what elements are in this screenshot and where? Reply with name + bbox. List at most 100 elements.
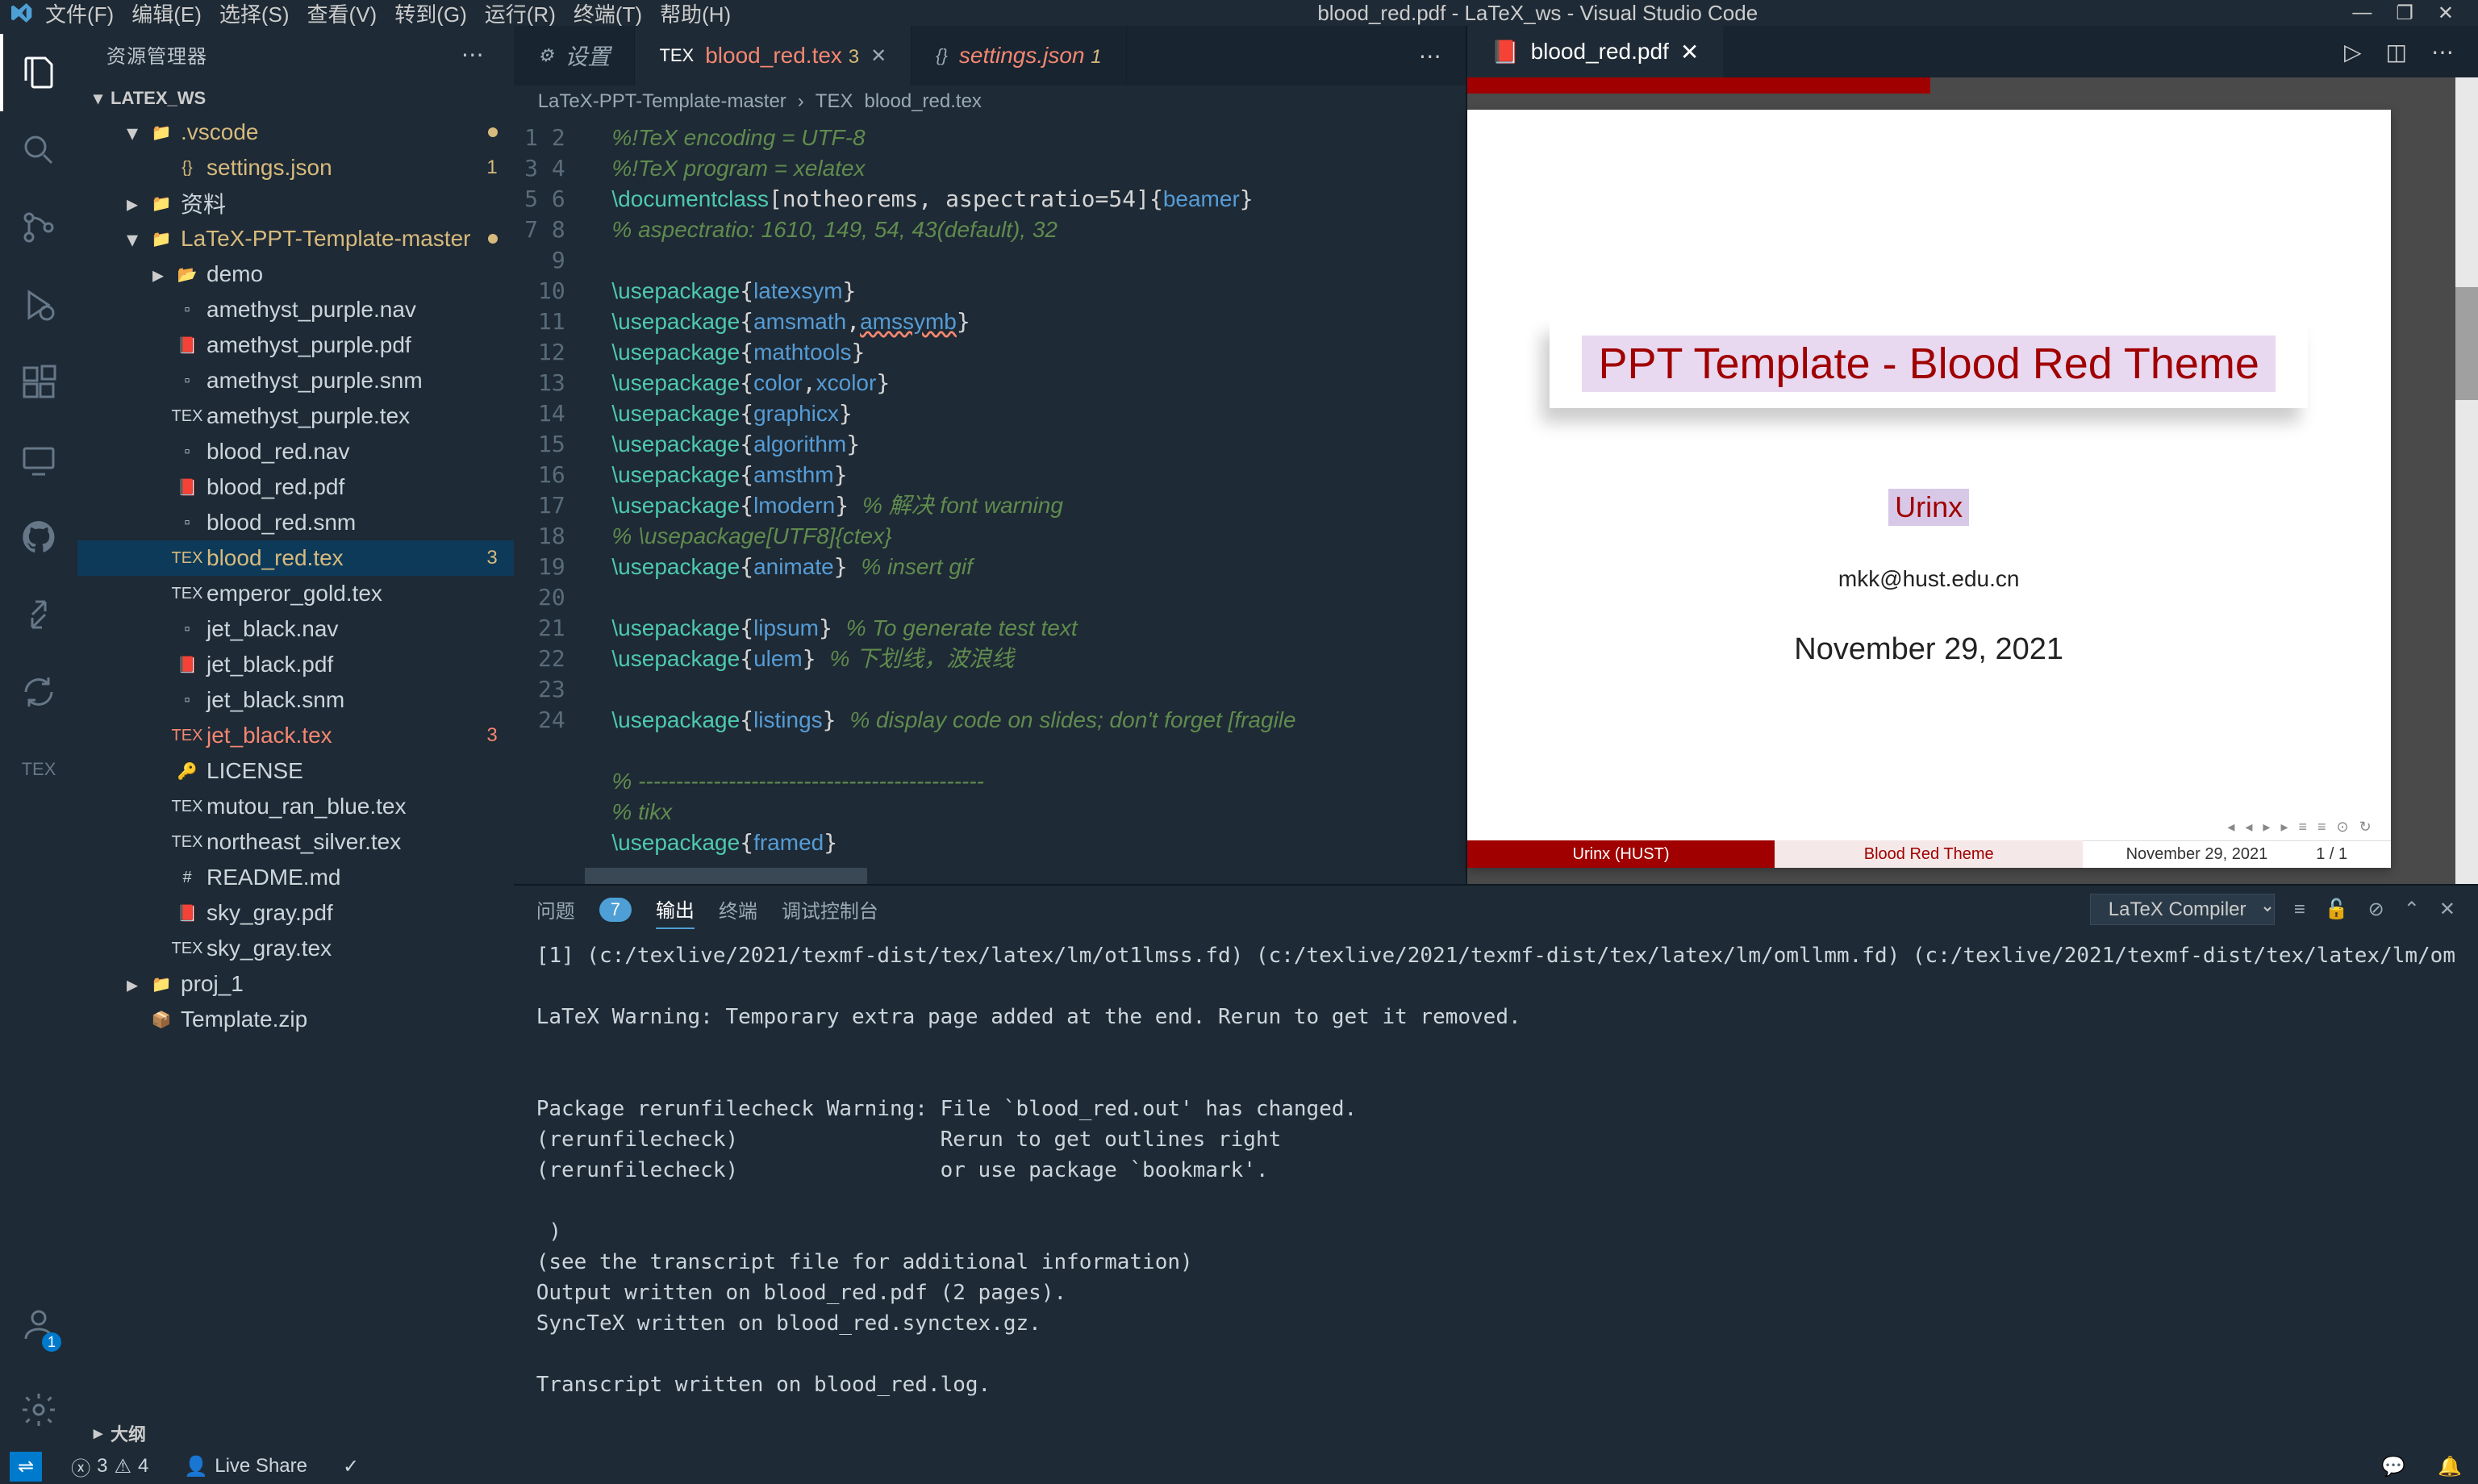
pdf-tab-label: blood_red.pdf bbox=[1531, 39, 1669, 65]
pdf-icon: 📕 bbox=[1491, 39, 1520, 65]
slide-date: November 29, 2021 bbox=[1794, 632, 2063, 667]
editor-area[interactable]: 1 2 3 4 5 6 7 8 9 10 11 12 13 14 15 16 1… bbox=[514, 118, 1466, 884]
slide-nav-icons: ◂ ◂ ▸ ▸ ≡ ≡ ⊙ ↻ bbox=[2227, 819, 2374, 836]
split-icon[interactable]: ◫ bbox=[2386, 39, 2407, 65]
remote-explorer-icon[interactable] bbox=[0, 421, 77, 498]
tree-item[interactable]: {}settings.json1 bbox=[77, 150, 514, 186]
status-check-icon[interactable]: ✓ bbox=[336, 1455, 365, 1478]
remote-indicator[interactable]: ⇌ bbox=[10, 1452, 42, 1482]
tree-item[interactable]: #README.md bbox=[77, 860, 514, 895]
panel-tab-problems[interactable]: 问题 bbox=[536, 890, 575, 928]
horizontal-scrollbar[interactable] bbox=[585, 868, 1149, 884]
panel-tab-terminal[interactable]: 终端 bbox=[719, 890, 757, 928]
status-errors[interactable]: ⓧ 3 ⚠ 4 bbox=[65, 1453, 155, 1481]
sidebar: 资源管理器 ⋯ ▾LATEX_WS ▾📁.vscode{}settings.js… bbox=[77, 26, 514, 1449]
panel-tab-debug[interactable]: 调试控制台 bbox=[782, 890, 878, 928]
footer-title: Blood Red Theme bbox=[1775, 840, 2083, 868]
tree-item[interactable]: 🔑LICENSE bbox=[77, 753, 514, 789]
tree-item[interactable]: TEXamethyst_purple.tex bbox=[77, 398, 514, 434]
explorer-icon[interactable] bbox=[0, 34, 77, 111]
close-panel-icon[interactable]: ✕ bbox=[2439, 898, 2455, 921]
account-icon[interactable]: 1 bbox=[0, 1286, 77, 1363]
pdf-preview-group: 📕 blood_red.pdf ✕ ▷ ◫ ⋯ PPT Template - B… bbox=[1467, 26, 2478, 884]
pdf-tab[interactable]: 📕 blood_red.pdf ✕ bbox=[1467, 26, 1724, 77]
liveshare-icon[interactable] bbox=[0, 576, 77, 653]
chevron-up-icon[interactable]: ⌃ bbox=[2404, 898, 2420, 921]
pdf-viewer[interactable]: PPT Template - Blood Red Theme Urinx mkk… bbox=[1467, 77, 2455, 884]
sidebar-title: 资源管理器 bbox=[106, 40, 207, 69]
maximize-icon[interactable]: ❐ bbox=[2396, 2, 2413, 25]
breadcrumb[interactable]: LaTeX-PPT-Template-master › TEX blood_re… bbox=[514, 85, 1466, 118]
footer-author: Urinx (HUST) bbox=[1467, 840, 1775, 868]
tree-item[interactable]: ▫jet_black.snm bbox=[77, 682, 514, 718]
tree-item[interactable]: 📦Template.zip bbox=[77, 1002, 514, 1037]
status-feedback-icon[interactable]: 💬 bbox=[2375, 1455, 2412, 1478]
slide-author: Urinx bbox=[1888, 489, 1969, 526]
pdf-tab-actions: ▷ ◫ ⋯ bbox=[2320, 26, 2478, 77]
run-icon[interactable]: ▷ bbox=[2344, 39, 2362, 65]
pdf-tabbar: 📕 blood_red.pdf ✕ ▷ ◫ ⋯ bbox=[1467, 26, 2478, 77]
tree-item[interactable]: TEXblood_red.tex3 bbox=[77, 540, 514, 576]
latex-icon[interactable]: TEX bbox=[0, 731, 77, 808]
settings-gear-icon[interactable] bbox=[0, 1371, 77, 1449]
tree-item[interactable]: ▸📂demo bbox=[77, 256, 514, 292]
tree-item[interactable]: ▫blood_red.nav bbox=[77, 434, 514, 469]
close-icon[interactable]: ✕ bbox=[1680, 39, 1699, 65]
tree-item[interactable]: ▫amethyst_purple.nav bbox=[77, 292, 514, 327]
more-icon[interactable]: ⋯ bbox=[1419, 43, 1441, 69]
pdf-vertical-scrollbar[interactable] bbox=[2455, 77, 2478, 884]
tree-item[interactable]: ▾📁.vscode bbox=[77, 115, 514, 150]
footer-page: 1 / 1 bbox=[2316, 845, 2347, 864]
output-channel-select[interactable]: LaTeX Compiler bbox=[2090, 894, 2275, 925]
tree-item[interactable]: ▫blood_red.snm bbox=[77, 505, 514, 540]
tree-item[interactable]: TEXemperor_gold.tex bbox=[77, 576, 514, 611]
line-gutter: 1 2 3 4 5 6 7 8 9 10 11 12 13 14 15 16 1… bbox=[514, 118, 585, 884]
tree-item[interactable]: TEXmutou_ran_blue.tex bbox=[77, 789, 514, 824]
tree-item[interactable]: ▫amethyst_purple.snm bbox=[77, 363, 514, 398]
editor-tab[interactable]: ⚙设置 bbox=[514, 26, 636, 85]
close-icon[interactable]: ✕ bbox=[2438, 2, 2454, 25]
filter-icon[interactable]: ≡ bbox=[2294, 898, 2305, 921]
tree-item[interactable]: TEXnortheast_silver.tex bbox=[77, 824, 514, 860]
chevron-right-icon: › bbox=[798, 90, 804, 113]
tree-item[interactable]: TEXjet_black.tex3 bbox=[77, 718, 514, 753]
source-control-icon[interactable] bbox=[0, 189, 77, 266]
tree-item[interactable]: ▸📁资料 bbox=[77, 186, 514, 221]
tree-item[interactable]: ▾📁LaTeX-PPT-Template-master bbox=[77, 221, 514, 256]
footer-date: November 29, 2021 bbox=[2126, 845, 2268, 864]
minimap[interactable] bbox=[1448, 118, 1466, 884]
status-bell-icon[interactable]: 🔔 bbox=[2431, 1455, 2468, 1478]
tree-item[interactable]: TEXsky_gray.tex bbox=[77, 931, 514, 966]
minimize-icon[interactable]: — bbox=[2352, 2, 2372, 25]
outline-header[interactable]: ▸大纲 bbox=[77, 1416, 514, 1449]
clear-icon[interactable]: ⊘ bbox=[2368, 898, 2384, 921]
tree-item[interactable]: ▫jet_black.nav bbox=[77, 611, 514, 647]
sidebar-workspace-header[interactable]: ▾LATEX_WS bbox=[77, 82, 514, 115]
output-content[interactable]: [1] (c:/texlive/2021/texmf-dist/tex/late… bbox=[514, 934, 2478, 1449]
editor-tab[interactable]: TEXblood_red.tex 3✕ bbox=[635, 26, 912, 85]
extensions-icon[interactable] bbox=[0, 344, 77, 421]
tree-item[interactable]: ▸📁proj_1 bbox=[77, 966, 514, 1002]
bottom-panel: 问题 7 输出 终端 调试控制台 LaTeX Compiler ≡ 🔓 ⊘ ⌃ … bbox=[514, 884, 2478, 1449]
panel-tab-output[interactable]: 输出 bbox=[656, 890, 695, 929]
sidebar-header: 资源管理器 ⋯ bbox=[77, 26, 514, 82]
more-icon[interactable]: ⋯ bbox=[2431, 39, 2454, 65]
sidebar-more-icon[interactable]: ⋯ bbox=[461, 41, 485, 68]
tree-item[interactable]: 📕blood_red.pdf bbox=[77, 469, 514, 505]
sync-icon[interactable] bbox=[0, 653, 77, 731]
problems-badge: 7 bbox=[599, 898, 632, 922]
tree-item[interactable]: 📕amethyst_purple.pdf bbox=[77, 327, 514, 363]
breadcrumb-item[interactable]: LaTeX-PPT-Template-master bbox=[538, 90, 786, 113]
tree-item[interactable]: 📕jet_black.pdf bbox=[77, 647, 514, 682]
file-tree: ▾📁.vscode{}settings.json1▸📁资料▾📁LaTeX-PPT… bbox=[77, 115, 514, 1416]
code-content[interactable]: %!TeX encoding = UTF-8 %!TeX program = x… bbox=[585, 118, 1448, 884]
slide-footer: Urinx (HUST) Blood Red Theme November 29… bbox=[1467, 840, 2391, 868]
status-liveshare[interactable]: 👤 Live Share bbox=[177, 1455, 314, 1478]
breadcrumb-item[interactable]: blood_red.tex bbox=[864, 90, 981, 113]
run-icon[interactable] bbox=[0, 266, 77, 344]
tree-item[interactable]: 📕sky_gray.pdf bbox=[77, 895, 514, 931]
editor-tab[interactable]: {}settings.json 1 bbox=[912, 26, 1126, 85]
search-icon[interactable] bbox=[0, 111, 77, 189]
lock-icon[interactable]: 🔓 bbox=[2325, 898, 2349, 921]
github-icon[interactable] bbox=[0, 498, 77, 576]
